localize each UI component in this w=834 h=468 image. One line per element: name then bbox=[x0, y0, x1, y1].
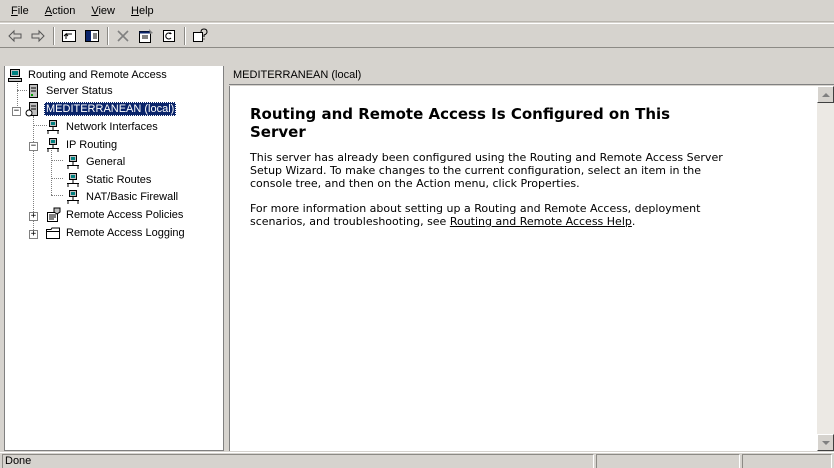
help-icon bbox=[193, 27, 208, 42]
tree-item-server-status[interactable]: Server Status bbox=[25, 82, 115, 99]
forward-icon bbox=[31, 29, 45, 42]
tree-item-static-routes[interactable]: Static Routes bbox=[65, 171, 153, 188]
tree-item-nat-basic-firewall[interactable]: NAT/Basic Firewall bbox=[65, 188, 180, 205]
remote-access-policies-icon bbox=[47, 207, 61, 222]
arrow-up-icon bbox=[821, 92, 830, 97]
collapse-ip-routing-toggle[interactable]: − bbox=[29, 142, 38, 151]
tree-item-remote-access-logging[interactable]: Remote Access Logging bbox=[45, 224, 187, 241]
status-cell-2 bbox=[596, 454, 740, 468]
expand-logging-toggle[interactable]: + bbox=[29, 230, 38, 239]
toolbar-separator bbox=[184, 26, 186, 45]
tree-item-label: MEDITERRANEAN (local) bbox=[44, 101, 177, 116]
arrow-down-icon bbox=[821, 440, 830, 445]
tree-item-label: Static Routes bbox=[86, 173, 152, 186]
tree-item-label: Server Status bbox=[46, 84, 113, 97]
menu-view[interactable]: View bbox=[83, 3, 123, 19]
delete-button[interactable] bbox=[112, 26, 134, 46]
nat-firewall-icon bbox=[67, 189, 79, 204]
page-title: Routing and Remote Access Is Configured … bbox=[250, 105, 671, 141]
toolbar-separator bbox=[107, 26, 109, 45]
static-routes-icon bbox=[67, 172, 79, 187]
up-one-level-icon bbox=[62, 29, 76, 42]
tree-item-server[interactable]: MEDITERRANEAN (local) bbox=[25, 100, 177, 117]
tree-item-label: Network Interfaces bbox=[66, 120, 158, 133]
tree-connector bbox=[51, 178, 63, 179]
status-bar: Done bbox=[0, 452, 834, 468]
tree-item-label: Routing and Remote Access bbox=[28, 68, 167, 81]
forward-button[interactable] bbox=[27, 26, 49, 46]
status-text: Done bbox=[2, 454, 594, 468]
general-icon bbox=[67, 154, 79, 169]
help-button[interactable] bbox=[189, 26, 211, 46]
delete-icon bbox=[117, 29, 129, 42]
tree-connector bbox=[51, 150, 52, 195]
vertical-scrollbar[interactable] bbox=[817, 86, 834, 451]
toolbar-separator bbox=[53, 26, 55, 45]
tree-connector bbox=[51, 195, 63, 196]
server-icon bbox=[25, 101, 38, 116]
description-paragraph: This server has already been configured … bbox=[250, 151, 723, 190]
toolbar bbox=[0, 23, 834, 48]
tree-item-network-interfaces[interactable]: Network Interfaces bbox=[45, 118, 160, 135]
tree-item-root[interactable]: Routing and Remote Access bbox=[7, 66, 169, 83]
properties-button[interactable] bbox=[135, 26, 157, 46]
folder-icon bbox=[46, 227, 60, 239]
show-hide-console-tree-icon bbox=[85, 29, 99, 42]
menu-help[interactable]: Help bbox=[123, 3, 162, 19]
computer-icon bbox=[8, 68, 22, 82]
tree-item-label: General bbox=[86, 155, 126, 168]
properties-icon bbox=[139, 28, 153, 43]
scroll-down-button[interactable] bbox=[817, 434, 834, 451]
back-button[interactable] bbox=[4, 26, 26, 46]
show-hide-console-tree-button[interactable] bbox=[81, 26, 103, 46]
result-pane-header-label: MEDITERRANEAN (local) bbox=[233, 69, 362, 81]
tree-item-label: NAT/Basic Firewall bbox=[86, 190, 179, 203]
refresh-button[interactable] bbox=[158, 26, 180, 46]
help-paragraph: For more information about setting up a … bbox=[250, 202, 701, 228]
scroll-up-button[interactable] bbox=[817, 86, 834, 103]
collapse-server-toggle[interactable]: − bbox=[12, 107, 21, 116]
refresh-icon bbox=[163, 29, 175, 42]
expand-policies-toggle[interactable]: + bbox=[29, 212, 38, 221]
tree-item-label: Remote Access Policies bbox=[66, 208, 184, 221]
menu-file[interactable]: File bbox=[3, 3, 37, 19]
tree-item-label: IP Routing bbox=[66, 138, 118, 151]
tree-item-remote-access-policies[interactable]: Remote Access Policies bbox=[45, 206, 185, 223]
back-icon bbox=[8, 29, 22, 42]
tree-item-general[interactable]: General bbox=[65, 153, 127, 170]
status-cell-3 bbox=[742, 454, 832, 468]
tree-item-ip-routing[interactable]: IP Routing bbox=[45, 136, 119, 153]
server-status-icon bbox=[29, 83, 38, 98]
ip-routing-icon bbox=[47, 137, 59, 152]
up-one-level-button[interactable] bbox=[58, 26, 80, 46]
network-interfaces-icon bbox=[47, 119, 59, 134]
tree-item-label: Remote Access Logging bbox=[66, 226, 185, 239]
result-pane: Routing and Remote Access Is Configured … bbox=[229, 86, 817, 451]
menu-bar: File Action View Help bbox=[0, 0, 834, 22]
tree-connector bbox=[51, 160, 63, 161]
console-tree[interactable]: Routing and Remote Access Server Status … bbox=[4, 66, 224, 451]
menu-action[interactable]: Action bbox=[37, 3, 84, 19]
result-pane-header: MEDITERRANEAN (local) bbox=[229, 66, 834, 85]
help-link[interactable]: Routing and Remote Access Help bbox=[450, 215, 632, 228]
